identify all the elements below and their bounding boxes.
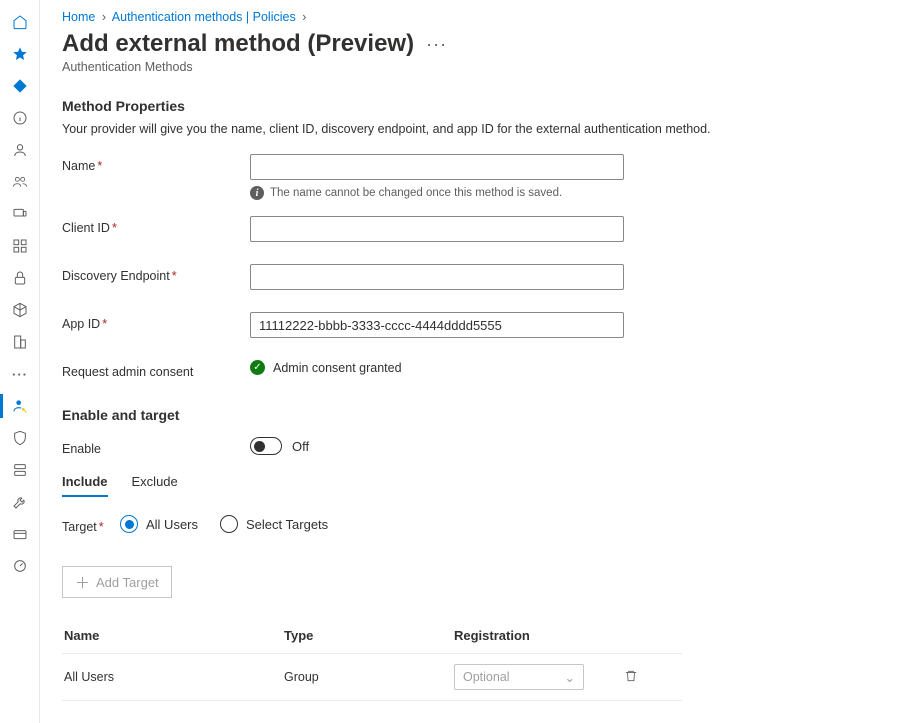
more-actions-icon[interactable]: ···	[426, 34, 447, 55]
enable-target-heading: Enable and target	[62, 407, 879, 423]
info-icon	[12, 110, 28, 126]
devices-icon	[12, 206, 28, 222]
sidebar-diamond[interactable]	[0, 70, 40, 102]
target-label: Target*	[62, 515, 120, 534]
discovery-input[interactable]	[250, 264, 624, 290]
card-icon	[12, 526, 28, 542]
col-registration: Registration	[454, 628, 624, 643]
sidebar-apps[interactable]	[0, 230, 40, 262]
include-exclude-tabs: Include Exclude	[62, 474, 879, 497]
app-id-label: App ID*	[62, 312, 250, 331]
col-name: Name	[64, 628, 284, 643]
enable-toggle[interactable]	[250, 437, 282, 455]
dial-icon	[12, 558, 28, 574]
person-key-icon	[12, 398, 28, 414]
plus-icon: ＋	[75, 572, 90, 593]
building-icon	[12, 334, 28, 350]
sidebar-shield[interactable]	[0, 422, 40, 454]
server-icon	[12, 462, 28, 478]
radio-icon	[120, 515, 138, 533]
diamond-icon	[12, 78, 28, 94]
groups-icon	[12, 174, 28, 190]
tab-exclude[interactable]: Exclude	[132, 474, 178, 497]
row-name: All Users	[64, 670, 284, 684]
chevron-right-icon: ›	[102, 10, 106, 24]
sidebar-identity[interactable]	[0, 390, 40, 422]
discovery-label: Discovery Endpoint*	[62, 264, 250, 283]
add-target-button[interactable]: ＋ Add Target	[62, 566, 172, 598]
sidebar-dial[interactable]	[0, 550, 40, 582]
sidebar-home[interactable]	[0, 6, 40, 38]
client-id-input[interactable]	[250, 216, 624, 242]
person-icon	[12, 142, 28, 158]
enable-label: Enable	[62, 437, 250, 456]
page-title: Add external method (Preview)	[62, 30, 414, 58]
radio-icon	[220, 515, 238, 533]
main-content: Home › Authentication methods | Policies…	[40, 0, 901, 723]
registration-dropdown[interactable]: Optional ⌄	[454, 664, 584, 690]
chevron-down-icon: ⌄	[565, 670, 575, 685]
page-subtitle: Authentication Methods	[62, 60, 879, 74]
row-type: Group	[284, 670, 454, 684]
table-row: All Users Group Optional ⌄	[62, 654, 682, 701]
enable-state-text: Off	[292, 439, 309, 454]
sidebar-building[interactable]	[0, 326, 40, 358]
sidebar-users[interactable]	[0, 134, 40, 166]
sidebar-cube[interactable]	[0, 294, 40, 326]
trash-icon	[624, 669, 638, 683]
breadcrumb-home[interactable]: Home	[62, 10, 95, 24]
method-properties-heading: Method Properties	[62, 98, 879, 114]
sidebar-server[interactable]	[0, 454, 40, 486]
wrench-icon	[12, 494, 28, 510]
sidebar-lock[interactable]	[0, 262, 40, 294]
sidebar-card[interactable]	[0, 518, 40, 550]
sidebar-more[interactable]: ···	[0, 358, 40, 390]
consent-status: ✓ Admin consent granted	[250, 360, 624, 375]
sidebar-groups[interactable]	[0, 166, 40, 198]
breadcrumb: Home › Authentication methods | Policies…	[62, 10, 879, 24]
shield-icon	[12, 430, 28, 446]
breadcrumb-policies[interactable]: Authentication methods | Policies	[112, 10, 296, 24]
sidebar-favorites[interactable]	[0, 38, 40, 70]
tab-include[interactable]: Include	[62, 474, 108, 497]
sidebar-wrench[interactable]	[0, 486, 40, 518]
sidebar-info[interactable]	[0, 102, 40, 134]
app-id-input[interactable]	[250, 312, 624, 338]
method-properties-desc: Your provider will give you the name, cl…	[62, 122, 879, 136]
apps-icon	[12, 238, 28, 254]
consent-label: Request admin consent	[62, 360, 250, 379]
info-icon: i	[250, 186, 264, 200]
home-icon	[12, 14, 28, 30]
client-id-label: Client ID*	[62, 216, 250, 235]
check-icon: ✓	[250, 360, 265, 375]
name-input[interactable]	[250, 154, 624, 180]
lock-icon	[12, 270, 28, 286]
radio-all-users[interactable]: All Users	[120, 515, 198, 533]
col-type: Type	[284, 628, 454, 643]
target-table: Name Type Registration All Users Group O…	[62, 618, 682, 701]
radio-select-targets[interactable]: Select Targets	[220, 515, 328, 533]
name-hint: i The name cannot be changed once this m…	[250, 186, 624, 200]
star-icon	[12, 46, 28, 62]
sidebar-devices[interactable]	[0, 198, 40, 230]
cube-icon	[12, 302, 28, 318]
more-icon: ···	[12, 367, 28, 382]
delete-row-button[interactable]	[624, 669, 664, 686]
chevron-right-icon: ›	[302, 10, 306, 24]
sidebar: ···	[0, 0, 40, 723]
name-label: Name*	[62, 154, 250, 173]
